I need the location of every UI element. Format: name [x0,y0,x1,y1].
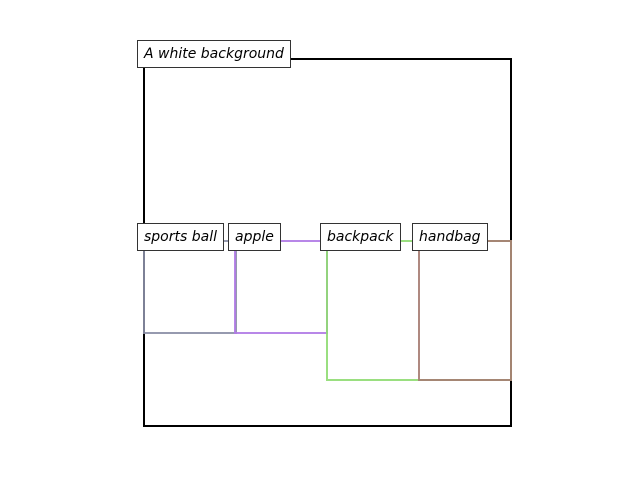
diagram-canvas: A white background sports ball apple bac… [0,0,640,480]
apple-box [234,240,328,334]
caption-label: A white background [137,40,291,68]
sports-ball-label: sports ball [137,223,224,251]
handbag-label: handbag [412,223,488,251]
backpack-label: backpack [320,223,401,251]
handbag-box [418,240,512,381]
apple-label: apple [228,223,281,251]
sports-ball-box [143,240,237,334]
